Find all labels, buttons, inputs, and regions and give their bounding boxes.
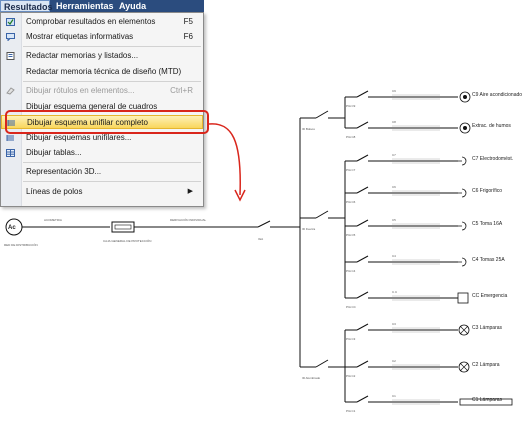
callout-arrow	[208, 123, 246, 202]
